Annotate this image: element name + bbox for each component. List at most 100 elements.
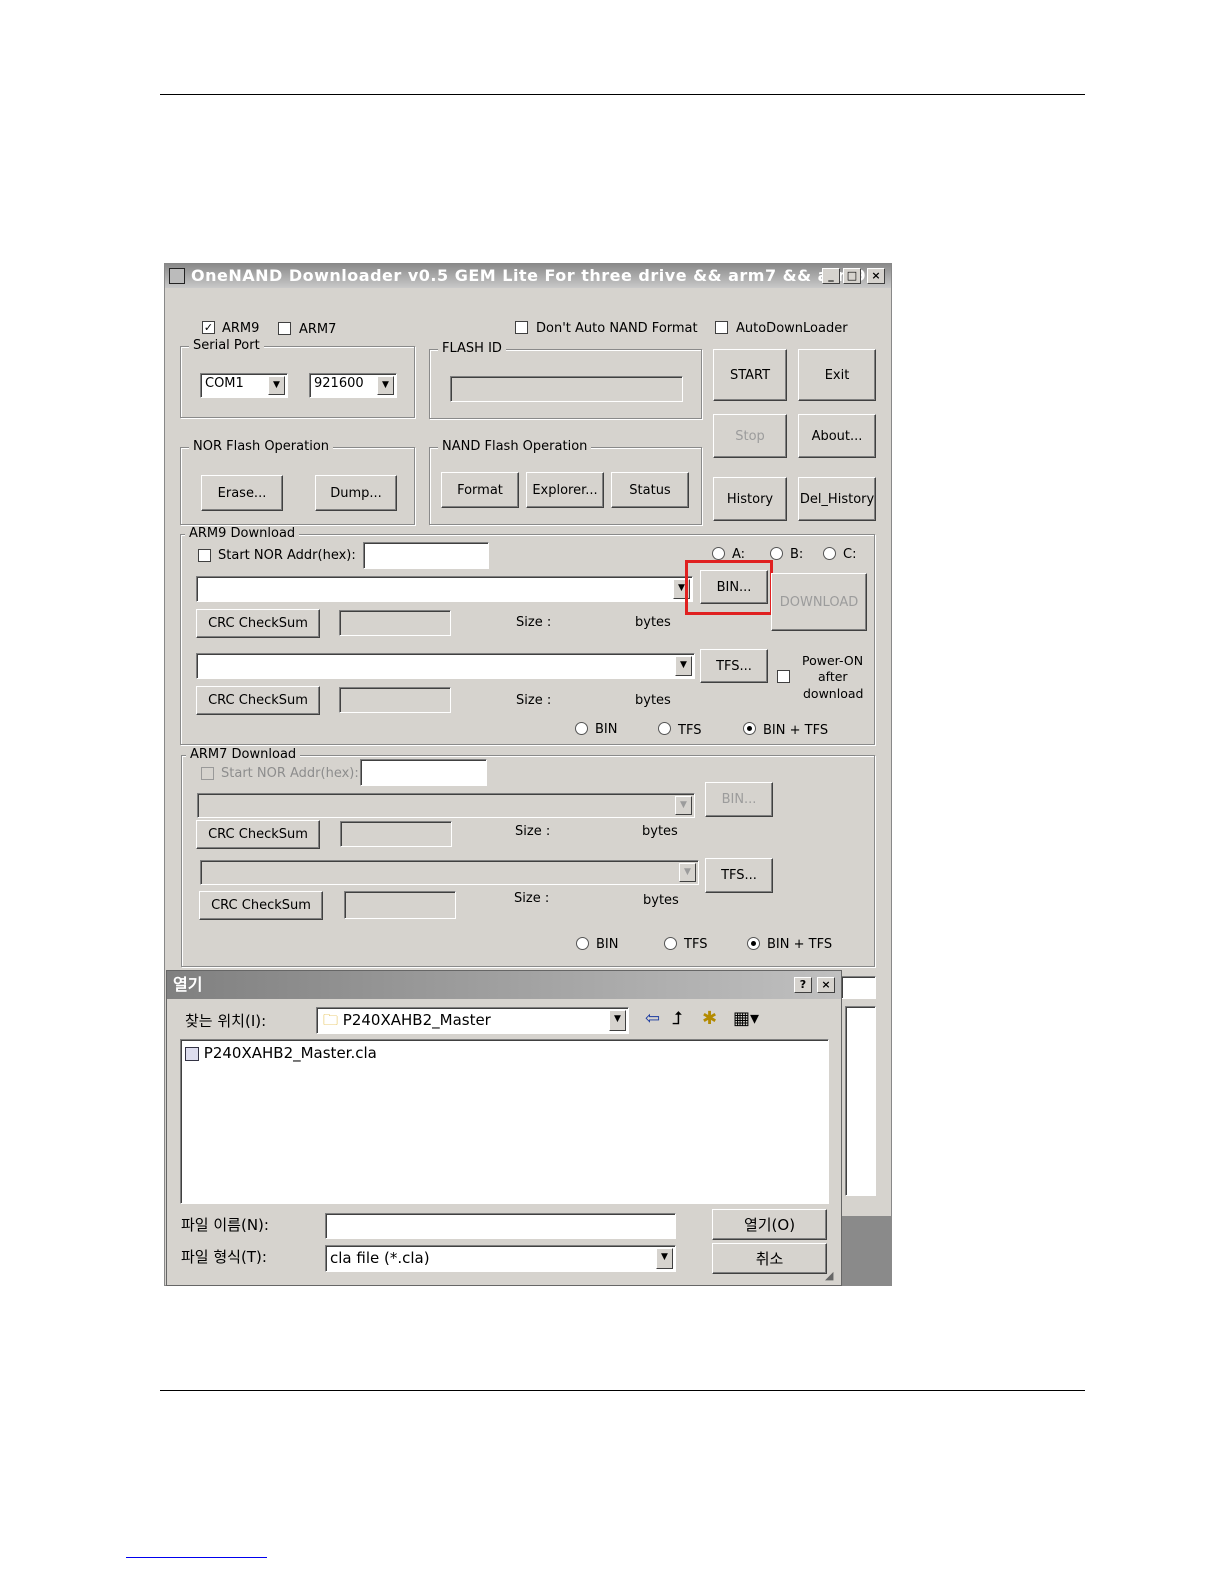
arm7-mode-bin-tfs-radio[interactable] (747, 937, 760, 950)
filename-input[interactable] (325, 1213, 676, 1239)
download-button[interactable]: DOWNLOAD (771, 573, 867, 631)
arm7-tfs-size-label: Size : (514, 891, 550, 906)
arm9-nor-addr-input[interactable] (363, 542, 489, 569)
file-list[interactable]: P240XAHB2_Master.cla (180, 1039, 829, 1204)
arm7-bin-size-label: Size : (515, 824, 551, 839)
chevron-down-icon[interactable]: ▼ (609, 1010, 626, 1031)
arm9-tfs-button[interactable]: TFS... (700, 649, 768, 683)
arm7-bin-button[interactable]: BIN... (705, 782, 773, 817)
dialog-title: 열기 (173, 975, 203, 994)
arm9-start-nor-checkbox[interactable] (198, 549, 211, 562)
status-button[interactable]: Status (611, 472, 689, 508)
autodownloader-label: AutoDownLoader (736, 321, 848, 336)
chevron-down-icon[interactable]: ▼ (377, 376, 394, 395)
arm9-tfs-path-select[interactable]: ▼ (196, 653, 695, 679)
new-folder-icon[interactable]: ✱ (702, 1008, 717, 1029)
chevron-down-icon[interactable]: ▼ (656, 1248, 673, 1269)
stop-button[interactable]: Stop (713, 414, 787, 458)
app-icon (169, 268, 185, 284)
arm7-tfs-path-select[interactable]: ▼ (200, 860, 699, 885)
com-port-value: COM1 (205, 376, 244, 391)
drive-a-radio[interactable] (712, 547, 725, 560)
serial-port-group: Serial Port COM1 ▼ 921600 ▼ (180, 338, 415, 418)
dont-auto-nand-checkbox[interactable] (515, 321, 528, 334)
explorer-button[interactable]: Explorer... (526, 472, 604, 508)
hidden-field (841, 976, 876, 999)
arm7-mode-tfs-label: TFS (684, 937, 708, 952)
arm7-tfs-button[interactable]: TFS... (705, 858, 773, 893)
drive-b-radio[interactable] (770, 547, 783, 560)
arm9-mode-bin-radio[interactable] (575, 722, 588, 735)
chevron-down-icon[interactable]: ▼ (675, 796, 692, 815)
window-titlebar: OneNAND Downloader v0.5 GEM Lite For thr… (165, 264, 891, 288)
history-button[interactable]: History (713, 477, 787, 521)
arm7-bin-crc-button[interactable]: CRC CheckSum (196, 820, 320, 849)
look-in-select[interactable]: 🗀 P240XAHB2_Master ▼ (316, 1007, 629, 1034)
arm9-checkbox[interactable]: ✓ (202, 321, 215, 334)
arm7-bin-path-select[interactable]: ▼ (197, 793, 695, 818)
arm9-bin-crc-field (339, 610, 451, 636)
folder-icon: 🗀 (323, 1011, 339, 1029)
dialog-close-button[interactable]: × (817, 977, 835, 993)
dump-button[interactable]: Dump... (315, 475, 397, 511)
arm7-checkbox[interactable] (278, 322, 291, 335)
arm9-mode-bin-label: BIN (595, 722, 618, 737)
back-arrow-icon[interactable]: ⇦ (645, 1008, 660, 1029)
drive-c-label: C: (843, 547, 857, 562)
erase-button[interactable]: Erase... (201, 475, 283, 511)
cancel-button[interactable]: 취소 (712, 1243, 827, 1274)
nor-flash-group: NOR Flash Operation Erase... Dump... (180, 439, 415, 525)
look-in-label: 찾는 위치(I): (185, 1012, 267, 1030)
list-item[interactable]: P240XAHB2_Master.cla (185, 1044, 377, 1062)
up-folder-icon[interactable]: ⮥ (672, 1008, 683, 1029)
chevron-down-icon[interactable]: ▼ (679, 863, 696, 882)
look-in-value: P240XAHB2_Master (342, 1011, 491, 1029)
arm9-tfs-crc-button[interactable]: CRC CheckSum (196, 686, 320, 715)
autodownloader-checkbox[interactable] (715, 321, 728, 334)
arm9-bin-crc-button[interactable]: CRC CheckSum (196, 609, 320, 638)
arm7-tfs-crc-field (344, 891, 456, 919)
minimize-button[interactable]: _ (822, 268, 840, 284)
view-menu-icon[interactable]: ▦▾ (733, 1008, 759, 1029)
about-button[interactable]: About... (798, 414, 876, 458)
com-port-select[interactable]: COM1 ▼ (200, 373, 288, 398)
maximize-button[interactable]: □ (843, 268, 861, 284)
format-button[interactable]: Format (441, 472, 519, 508)
help-button[interactable]: ? (794, 977, 812, 993)
resize-grip-icon[interactable]: ◢ (825, 1269, 833, 1282)
highlight-box (685, 560, 773, 615)
arm7-mode-bin-radio[interactable] (576, 937, 589, 950)
exit-button[interactable]: Exit (798, 349, 876, 401)
arm7-tfs-bytes-label: bytes (643, 893, 679, 908)
arm9-tfs-size-label: Size : (516, 693, 552, 708)
arm7-start-nor-checkbox[interactable] (201, 767, 214, 780)
arm9-bin-path-select[interactable]: ▼ (196, 576, 693, 602)
drive-c-radio[interactable] (823, 547, 836, 560)
arm9-mode-tfs-label: TFS (678, 723, 702, 738)
arm9-download-title: ARM9 Download (185, 526, 300, 541)
power-on-checkbox[interactable] (777, 670, 790, 683)
arm7-label: ARM7 (299, 322, 337, 337)
nand-flash-group: NAND Flash Operation Format Explorer... … (429, 439, 702, 525)
power-on-label-2: after (818, 669, 848, 684)
start-button[interactable]: START (713, 349, 787, 401)
chevron-down-icon[interactable]: ▼ (675, 656, 692, 676)
close-button[interactable]: × (867, 268, 885, 284)
arm7-mode-tfs-radio[interactable] (664, 937, 677, 950)
arm7-mode-bin-label: BIN (596, 937, 619, 952)
power-on-label-3: download (803, 686, 864, 701)
arm7-start-nor-label: Start NOR Addr(hex): (221, 766, 359, 781)
del-history-button[interactable]: Del_History (798, 477, 876, 521)
page-header-rule (160, 94, 1085, 95)
baud-rate-select[interactable]: 921600 ▼ (309, 373, 397, 398)
arm9-mode-tfs-radio[interactable] (658, 722, 671, 735)
open-button[interactable]: 열기(O) (712, 1209, 827, 1240)
flash-id-field (450, 376, 683, 402)
arm7-bin-crc-field (340, 821, 452, 847)
drive-b-label: B: (790, 547, 804, 562)
arm7-tfs-crc-button[interactable]: CRC CheckSum (199, 891, 323, 920)
filetype-select[interactable]: cla file (*.cla) ▼ (325, 1245, 676, 1272)
chevron-down-icon[interactable]: ▼ (268, 376, 285, 395)
arm9-mode-bin-tfs-radio[interactable] (743, 722, 756, 735)
arm7-nor-addr-input[interactable] (360, 759, 487, 786)
